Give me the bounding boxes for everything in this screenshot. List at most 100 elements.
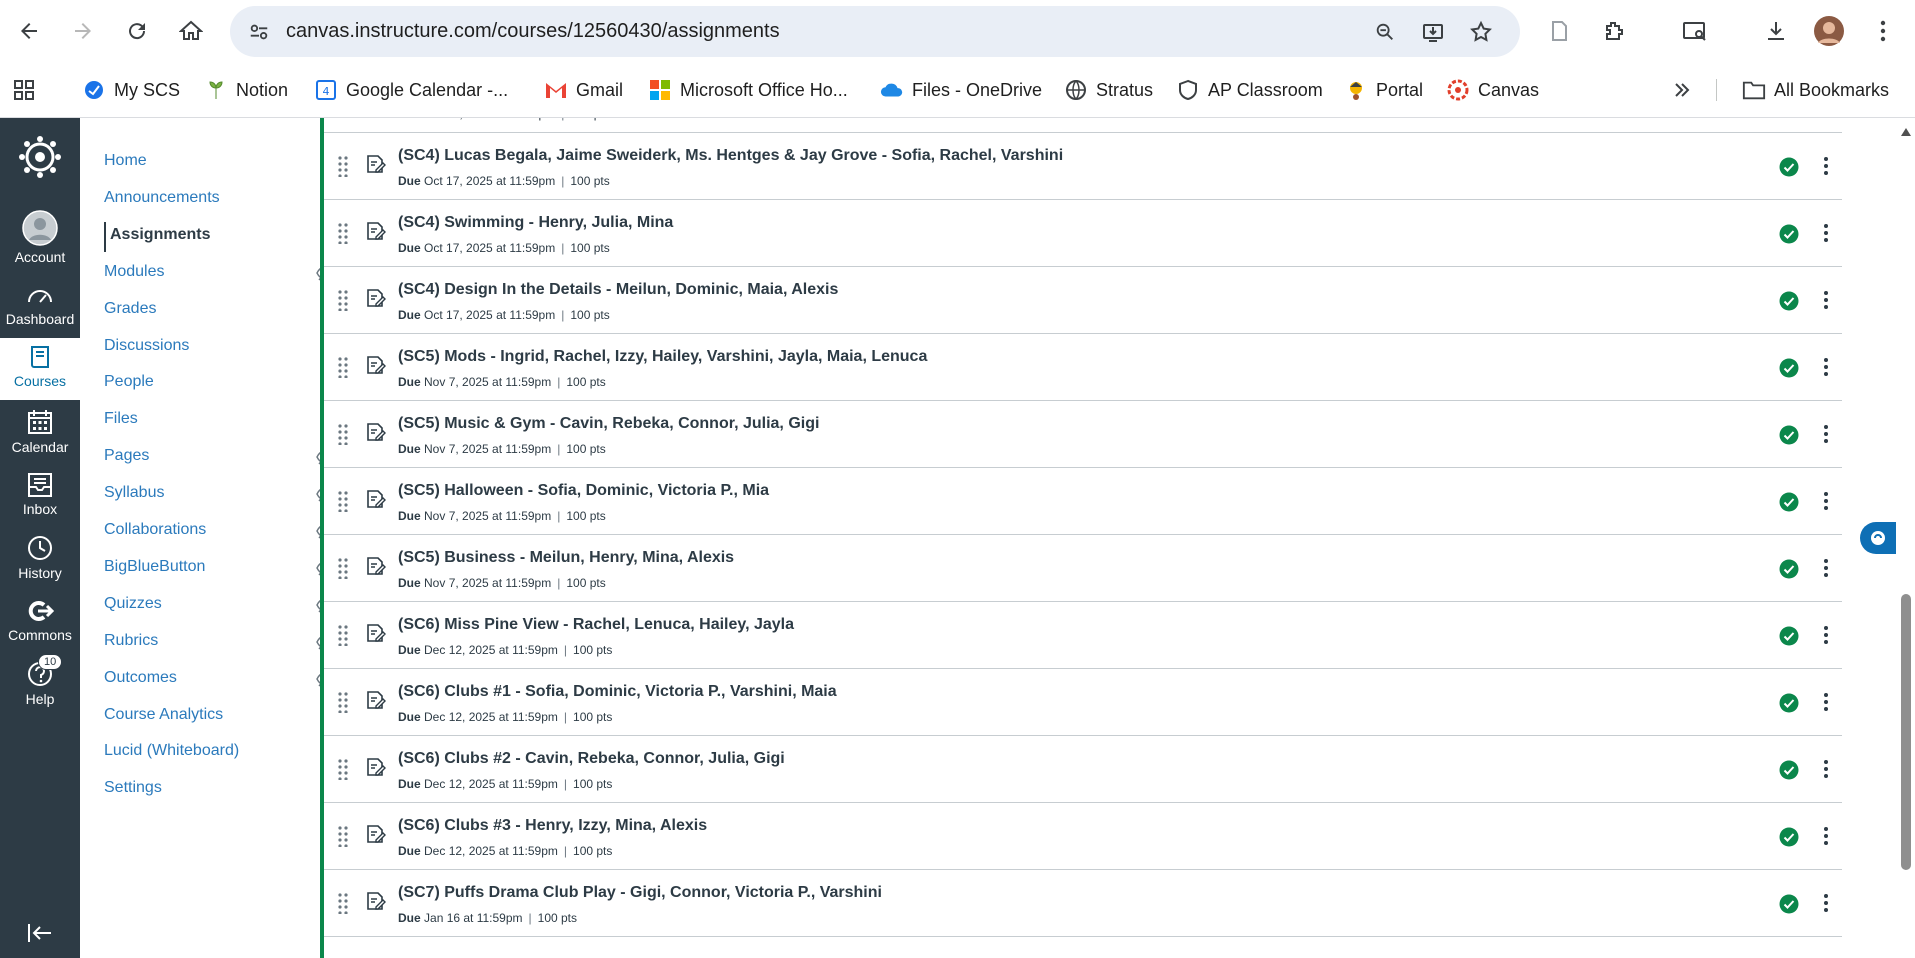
drag-handle-icon[interactable] [336, 557, 350, 580]
assignment-row[interactable]: (SC5) Business - Meilun, Henry, Mina, Al… [324, 535, 1842, 602]
bookmarks-overflow-icon[interactable] [1672, 77, 1692, 103]
assignment-options-icon[interactable] [1816, 624, 1836, 646]
nav-calendar[interactable]: Calendar [0, 408, 80, 455]
assignment-row[interactable]: (SC6) Miss Pine View - Rachel, Lenuca, H… [324, 602, 1842, 669]
course-nav-files[interactable]: Files [104, 410, 138, 428]
download-icon[interactable] [1759, 14, 1793, 48]
tab-search-icon[interactable] [1678, 14, 1712, 48]
published-check-icon[interactable] [1779, 894, 1799, 914]
published-check-icon[interactable] [1779, 626, 1799, 646]
drag-handle-icon[interactable] [336, 222, 350, 245]
assignment-row[interactable]: (SC5) Halloween - Sofia, Dominic, Victor… [324, 468, 1842, 535]
drag-handle-icon[interactable] [336, 691, 350, 714]
nav-commons[interactable]: Commons [0, 598, 80, 643]
published-check-icon[interactable] [1779, 358, 1799, 378]
reload-icon[interactable] [120, 14, 154, 48]
drag-handle-icon[interactable] [336, 892, 350, 915]
course-nav-settings[interactable]: Settings [104, 779, 162, 797]
assignment-options-icon[interactable] [1816, 892, 1836, 914]
document-icon[interactable] [1542, 14, 1576, 48]
nav-inbox[interactable]: Inbox [0, 472, 80, 517]
course-nav-outcomes[interactable]: Outcomes [104, 669, 177, 687]
course-nav-grades[interactable]: Grades [104, 300, 156, 318]
bookmark-microsoft-office[interactable]: Microsoft Office Ho... [648, 77, 848, 103]
extensions-icon[interactable] [1597, 14, 1631, 48]
assignment-title-link[interactable]: (SC5) Business - Meilun, Henry, Mina, Al… [398, 549, 734, 567]
assignment-options-icon[interactable] [1816, 356, 1836, 378]
course-nav-pages[interactable]: Pages [104, 447, 149, 465]
published-check-icon[interactable] [1779, 492, 1799, 512]
course-nav-quizzes[interactable]: Quizzes [104, 595, 162, 613]
assignment-row[interactable]: (SC7) Puffs Drama Club Play - Gigi, Conn… [324, 870, 1842, 937]
drag-handle-icon[interactable] [336, 289, 350, 312]
nav-dashboard[interactable]: Dashboard [0, 284, 80, 327]
bookmark-stratus[interactable]: Stratus [1064, 77, 1153, 103]
drag-handle-icon[interactable] [336, 624, 350, 647]
scrollbar-thumb[interactable] [1901, 594, 1911, 870]
course-nav-collaborations[interactable]: Collaborations [104, 521, 206, 539]
published-check-icon[interactable] [1779, 827, 1799, 847]
bookmark-google-calendar[interactable]: 4 Google Calendar -... [314, 77, 508, 103]
assignment-title-link[interactable]: (SC4) Lucas Begala, Jaime Sweiderk, Ms. … [398, 147, 1063, 165]
course-nav-bigbluebutton[interactable]: BigBlueButton [104, 558, 205, 576]
assignment-title-link[interactable]: (SC5) Halloween - Sofia, Dominic, Victor… [398, 482, 769, 500]
forward-arrow-icon[interactable] [66, 14, 100, 48]
bookmark-notion[interactable]: Notion [204, 77, 288, 103]
all-bookmarks-folder[interactable]: All Bookmarks [1742, 77, 1889, 103]
assignment-options-icon[interactable] [1816, 423, 1836, 445]
published-check-icon[interactable] [1779, 291, 1799, 311]
course-nav-syllabus[interactable]: Syllabus [104, 484, 164, 502]
course-nav-discussions[interactable]: Discussions [104, 337, 189, 355]
course-nav-home[interactable]: Home [104, 152, 147, 170]
course-nav-lucid-whiteboard[interactable]: Lucid (Whiteboard) [104, 742, 239, 760]
assignment-row[interactable]: (SC5) Mods - Ingrid, Rachel, Izzy, Haile… [324, 334, 1842, 401]
assignment-options-icon[interactable] [1816, 825, 1836, 847]
published-check-icon[interactable] [1779, 157, 1799, 177]
nav-courses[interactable]: Courses [0, 338, 80, 400]
bookmark-portal[interactable]: Portal [1344, 77, 1423, 103]
assignment-row[interactable]: (SC4) Design In the Details - Meilun, Do… [324, 267, 1842, 334]
profile-avatar[interactable] [1812, 14, 1846, 48]
assignment-title-link[interactable]: (SC6) Clubs #2 - Cavin, Rebeka, Connor, … [398, 750, 785, 768]
apps-grid-icon[interactable] [12, 77, 36, 103]
published-check-icon[interactable] [1779, 425, 1799, 445]
canvas-logo-icon[interactable] [0, 134, 80, 183]
published-check-icon[interactable] [1779, 224, 1799, 244]
bookmark-gmail[interactable]: Gmail [544, 77, 623, 103]
published-check-icon[interactable] [1779, 559, 1799, 579]
assignment-row[interactable]: (SC4) Swimming - Henry, Julia, Mina Due O… [324, 200, 1842, 267]
home-icon[interactable] [174, 14, 208, 48]
nav-help[interactable]: 10 Help [0, 654, 80, 707]
zoom-icon[interactable] [1372, 19, 1398, 45]
course-nav-modules[interactable]: Modules [104, 263, 164, 281]
page-scrollbar[interactable] [1896, 118, 1915, 958]
bookmark-ap-classroom[interactable]: AP Classroom [1176, 77, 1323, 103]
assignment-options-icon[interactable] [1816, 490, 1836, 512]
drag-handle-icon[interactable] [336, 825, 350, 848]
bookmark-star-icon[interactable] [1468, 19, 1494, 45]
assignment-title-link[interactable]: (SC5) Mods - Ingrid, Rachel, Izzy, Haile… [398, 348, 927, 366]
published-check-icon[interactable] [1779, 693, 1799, 713]
course-nav-rubrics[interactable]: Rubrics [104, 632, 158, 650]
drag-handle-icon[interactable] [336, 490, 350, 513]
assignment-options-icon[interactable] [1816, 289, 1836, 311]
assignment-options-icon[interactable] [1816, 222, 1836, 244]
course-nav-assignments[interactable]: Assignments [110, 226, 210, 244]
assignment-row[interactable]: (SC6) Clubs #2 - Cavin, Rebeka, Connor, … [324, 736, 1842, 803]
assignment-row[interactable]: (SC6) Clubs #1 - Sofia, Dominic, Victori… [324, 669, 1842, 736]
assignment-title-link[interactable]: (SC4) Swimming - Henry, Julia, Mina [398, 214, 673, 232]
assignment-options-icon[interactable] [1816, 557, 1836, 579]
assignment-title-link[interactable]: (SC4) Design In the Details - Meilun, Do… [398, 281, 838, 299]
more-menu-icon[interactable] [1866, 14, 1900, 48]
scroll-up-arrow-icon[interactable] [1901, 128, 1911, 136]
assignment-title-link[interactable]: (SC6) Clubs #3 - Henry, Izzy, Mina, Alex… [398, 817, 707, 835]
nav-history[interactable]: History [0, 534, 80, 581]
bookmark-my-scs[interactable]: My SCS [82, 77, 180, 103]
assignment-row[interactable]: Due Oct 17, 2025 at 11:59pm | 100 pts [324, 118, 1842, 133]
assignment-options-icon[interactable] [1816, 155, 1836, 177]
drag-handle-icon[interactable] [336, 356, 350, 379]
collapse-nav-icon[interactable] [0, 922, 80, 947]
assignment-title-link[interactable]: (SC6) Miss Pine View - Rachel, Lenuca, H… [398, 616, 794, 634]
assignment-options-icon[interactable] [1816, 758, 1836, 780]
assignment-options-icon[interactable] [1816, 691, 1836, 713]
